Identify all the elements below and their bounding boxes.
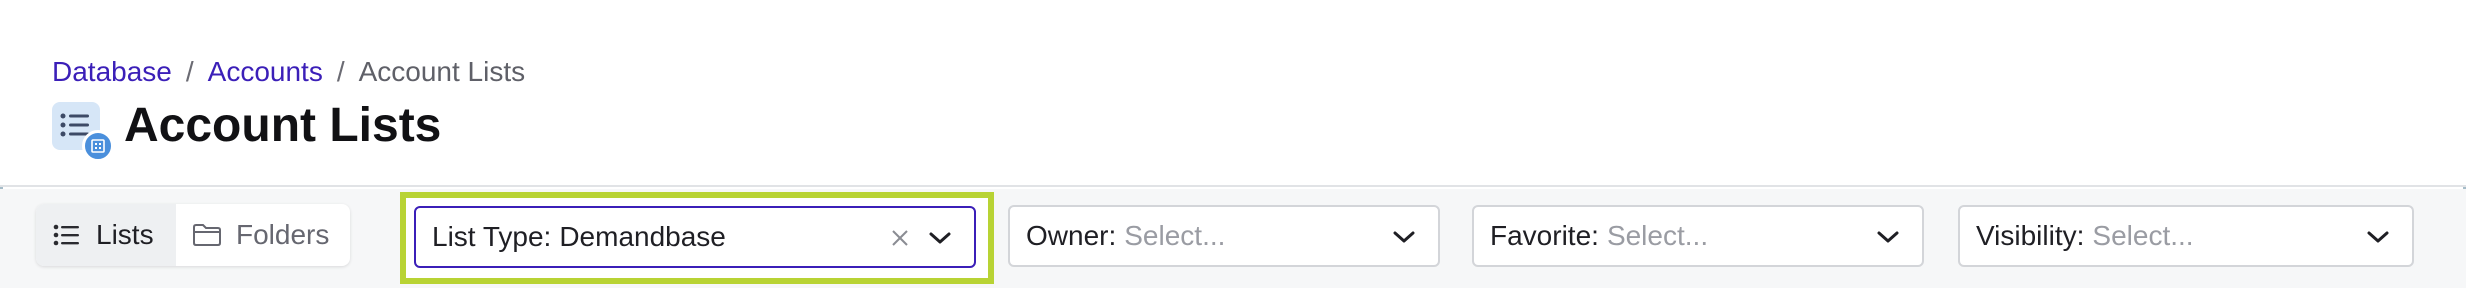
- favorite-filter-label: Favorite:: [1490, 220, 1599, 251]
- lists-toggle-button[interactable]: Lists: [36, 204, 176, 266]
- owner-filter[interactable]: Owner: Select...: [1008, 205, 1440, 267]
- view-toggle: Lists Folders: [36, 204, 350, 266]
- list-type-filter-label: List Type:: [432, 221, 552, 252]
- visibility-filter[interactable]: Visibility: Select...: [1958, 205, 2414, 267]
- account-list-icon: [52, 102, 116, 162]
- folder-icon: [190, 218, 224, 252]
- list-type-filter[interactable]: List Type: Demandbase: [414, 206, 976, 268]
- list-icon: [50, 218, 84, 252]
- chevron-down-icon[interactable]: [1388, 221, 1420, 253]
- chevron-down-icon[interactable]: [1872, 221, 1904, 253]
- lists-toggle-label: Lists: [96, 219, 154, 250]
- breadcrumb-separator: /: [336, 56, 345, 87]
- folders-toggle-label: Folders: [236, 219, 330, 250]
- clear-icon[interactable]: [886, 224, 914, 252]
- breadcrumb: Database / Accounts / Account Lists: [52, 54, 525, 90]
- owner-filter-placeholder: Select...: [1124, 220, 1226, 251]
- building-icon: [82, 130, 114, 162]
- visibility-filter-placeholder: Select...: [2092, 220, 2194, 251]
- favorite-filter-placeholder: Select...: [1606, 220, 1709, 251]
- chevron-down-icon[interactable]: [2362, 221, 2394, 253]
- favorite-filter[interactable]: Favorite: Select...: [1472, 205, 1924, 267]
- list-type-filter-value: Demandbase: [559, 221, 726, 252]
- visibility-filter-label: Visibility:: [1976, 220, 2085, 251]
- owner-filter-label: Owner:: [1026, 220, 1117, 251]
- folders-toggle-button[interactable]: Folders: [176, 204, 350, 266]
- page-header: Database / Accounts / Account Lists Acco…: [0, 0, 2466, 187]
- breadcrumb-accounts[interactable]: Accounts: [208, 56, 323, 87]
- breadcrumb-separator: /: [185, 56, 194, 87]
- chevron-down-icon[interactable]: [924, 222, 956, 254]
- page-title: Account Lists: [124, 99, 442, 152]
- breadcrumb-current: Account Lists: [358, 56, 526, 87]
- breadcrumb-database[interactable]: Database: [52, 56, 172, 87]
- filter-toolbar: Lists Folders List Type: Demandbase Owne…: [0, 189, 2466, 288]
